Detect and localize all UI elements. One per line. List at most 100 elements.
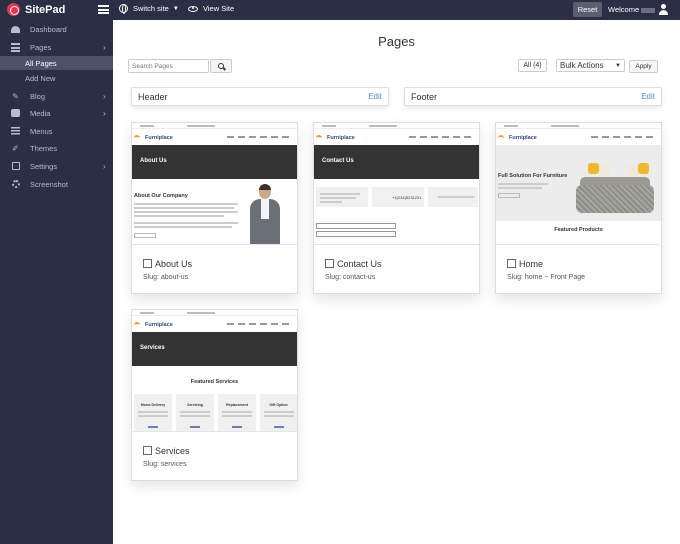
- bulk-actions-label: Bulk Actions: [560, 61, 604, 70]
- footer-edit-link[interactable]: Edit: [641, 92, 655, 101]
- page-select-checkbox[interactable]: [507, 259, 516, 268]
- page-card-slug: Slug: contact-us: [325, 274, 376, 281]
- all-filter-button[interactable]: All (4): [518, 59, 547, 72]
- sidebar-item-themes[interactable]: ✐ Themes: [0, 140, 113, 156]
- footer-section: Footer Edit: [404, 87, 662, 106]
- thumbnail-logo-icon: [134, 133, 142, 141]
- caret-down-icon: ▼: [615, 62, 621, 69]
- thumbnail-logo-icon: [316, 133, 324, 141]
- settings-icon: [11, 162, 20, 171]
- thumbnail-hero-title: About Us: [140, 158, 167, 164]
- dashboard-icon: [11, 25, 20, 34]
- user-icon[interactable]: [658, 4, 670, 16]
- thumbnail-section-title: Featured Services: [190, 379, 239, 385]
- page-thumbnail[interactable]: Furniplace Services Featured Services Ho…: [132, 310, 297, 432]
- chevron-right-icon: ›: [103, 108, 106, 118]
- thumbnail-person-image: [248, 183, 282, 244]
- chevron-right-icon: ›: [103, 161, 106, 171]
- search-button[interactable]: [210, 59, 232, 73]
- page-card-title[interactable]: About Us: [155, 259, 192, 269]
- sidebar: Dashboard Pages › All Pages Add New ✎ Bl…: [0, 20, 113, 544]
- page-thumbnail[interactable]: Furniplace About Us About Our Company: [132, 123, 297, 245]
- eye-icon: [188, 5, 198, 12]
- thumbnail-hero-title: Contact Us: [322, 158, 354, 164]
- chevron-right-icon: ›: [103, 91, 106, 101]
- apply-button[interactable]: Apply: [629, 60, 658, 73]
- sidebar-item-media[interactable]: Media ›: [0, 105, 113, 121]
- themes-icon: ✐: [12, 143, 19, 153]
- header-edit-link[interactable]: Edit: [368, 92, 382, 101]
- thumbnail-logo-icon: [498, 133, 506, 141]
- page-thumbnail[interactable]: Furniplace Contact Us +1(234)5231231: [314, 123, 479, 245]
- logo[interactable]: SitePad: [7, 3, 65, 16]
- page-card-title[interactable]: Contact Us: [337, 259, 382, 269]
- page-card-slug: Slug: home ~ Front Page: [507, 274, 586, 281]
- switch-site-label: Switch site: [133, 4, 169, 13]
- thumbnail-heading: About Our Company: [134, 193, 188, 199]
- sidebar-item-pages[interactable]: Pages ›: [0, 39, 113, 55]
- thumbnail-service-item: Home Delivery: [140, 403, 166, 407]
- view-site-label: View Site: [203, 4, 235, 13]
- sidebar-subitem-add-new[interactable]: Add New: [0, 71, 113, 85]
- welcome-label: Welcome: [608, 5, 640, 14]
- sidebar-item-label: Media: [30, 108, 51, 118]
- search-icon: [218, 63, 224, 69]
- sidebar-item-label: Themes: [30, 143, 58, 153]
- header-section-label: Header: [138, 91, 168, 102]
- reset-button[interactable]: Reset: [573, 2, 602, 17]
- sofa-image: [576, 185, 654, 213]
- page-select-checkbox[interactable]: [143, 259, 152, 268]
- page-card-title[interactable]: Home: [519, 259, 543, 269]
- sidebar-subitem-label: Add New: [25, 73, 56, 83]
- page-card-services: Furniplace Services Featured Services Ho…: [131, 309, 298, 481]
- globe-icon: [119, 4, 128, 14]
- sidebar-item-label: Blog: [30, 91, 46, 101]
- sidebar-item-label: Dashboard: [30, 24, 67, 34]
- thumbnail-brand: Furniplace: [145, 322, 173, 328]
- switch-site-dropdown[interactable]: Switch site ▼: [119, 4, 179, 14]
- sidebar-item-label: Settings: [30, 161, 58, 171]
- page-card-home: Furniplace Full Solution For Furniture F…: [495, 122, 662, 294]
- thumbnail-section-title: Featured Products: [554, 227, 603, 233]
- top-bar: SitePad Switch site ▼ View Site Reset We…: [0, 0, 680, 20]
- sidebar-item-menus[interactable]: Menus: [0, 123, 113, 139]
- page-card-about-us: Furniplace About Us About Our Company Ab…: [131, 122, 298, 294]
- page-card-slug: Slug: services: [143, 461, 187, 468]
- thumbnail-logo-icon: [134, 320, 142, 328]
- view-site-link[interactable]: View Site: [188, 4, 234, 13]
- welcome-text: Welcome: [608, 5, 656, 14]
- thumbnail-service-item: Servicing: [187, 403, 203, 407]
- thumbnail-brand: Furniplace: [145, 135, 173, 141]
- footer-section-label: Footer: [411, 91, 438, 102]
- sidebar-subitem-label: All Pages: [25, 58, 57, 68]
- hamburger-menu-icon[interactable]: [98, 5, 109, 14]
- blog-icon: ✎: [12, 91, 19, 101]
- screenshot-icon: [11, 180, 20, 189]
- thumbnail-service-item: Replacement: [226, 403, 248, 407]
- sidebar-item-dashboard[interactable]: Dashboard: [0, 21, 113, 37]
- caret-down-icon: ▼: [172, 5, 179, 12]
- page-select-checkbox[interactable]: [143, 446, 152, 455]
- media-icon: [11, 109, 20, 118]
- sidebar-item-blog[interactable]: ✎ Blog ›: [0, 88, 113, 104]
- chevron-right-icon: ›: [103, 42, 106, 52]
- thumbnail-service-item: Gift Option: [269, 403, 288, 407]
- sidebar-item-label: Screenshot: [30, 179, 68, 189]
- sidebar-item-settings[interactable]: Settings ›: [0, 158, 113, 174]
- username-redacted: [641, 7, 656, 13]
- thumbnail-phone: +1(234)5231231: [392, 195, 422, 200]
- thumbnail-brand: Furniplace: [509, 135, 537, 141]
- thumbnail-brand: Furniplace: [327, 135, 355, 141]
- page-select-checkbox[interactable]: [325, 259, 334, 268]
- menus-icon: [11, 126, 20, 136]
- header-section: Header Edit: [131, 87, 389, 106]
- sidebar-subitem-all-pages[interactable]: All Pages: [0, 56, 113, 70]
- search-input[interactable]: [128, 59, 209, 73]
- page-card-title[interactable]: Services: [155, 446, 190, 456]
- logo-text: SitePad: [25, 3, 66, 16]
- bulk-actions-select[interactable]: Bulk Actions ▼: [556, 59, 625, 72]
- sidebar-item-screenshot[interactable]: Screenshot: [0, 176, 113, 192]
- page-thumbnail[interactable]: Furniplace Full Solution For Furniture F…: [496, 123, 661, 245]
- pages-icon: [11, 42, 20, 52]
- sidebar-item-label: Menus: [30, 126, 53, 136]
